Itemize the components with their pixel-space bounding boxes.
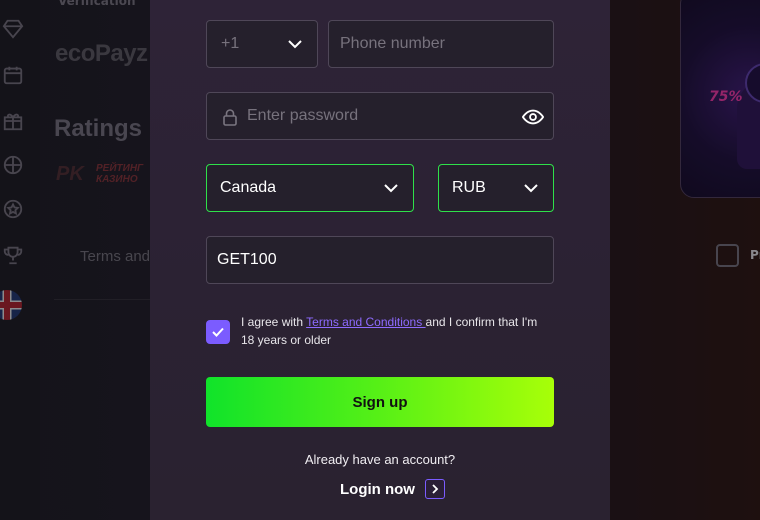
signup-modal: +1 Phone number Enter password Canada RU… bbox=[150, 0, 610, 520]
phone-code-select[interactable]: +1 bbox=[206, 20, 318, 68]
already-account-text: Already have an account? bbox=[304, 452, 456, 467]
agree-text: I agree with Terms and Conditions and I … bbox=[241, 313, 541, 349]
terms-link[interactable]: Terms and Conditions bbox=[306, 315, 425, 329]
login-label[interactable]: Login now bbox=[340, 481, 415, 498]
signup-button[interactable]: Sign up bbox=[206, 377, 554, 427]
currency-select[interactable]: RUB bbox=[438, 164, 554, 212]
phone-number-placeholder: Phone number bbox=[340, 35, 445, 52]
password-input[interactable]: Enter password bbox=[206, 92, 554, 140]
currency-value: RUB bbox=[452, 179, 486, 196]
chevron-right-icon[interactable] bbox=[424, 479, 445, 499]
eye-icon[interactable] bbox=[522, 106, 544, 128]
phone-number-input[interactable]: Phone number bbox=[328, 20, 554, 68]
check-icon bbox=[212, 327, 224, 337]
chevron-down-icon bbox=[524, 184, 538, 193]
promo-code-value: GET100 bbox=[217, 251, 277, 268]
agree-prefix: I agree with bbox=[241, 315, 307, 329]
agree-checkbox[interactable] bbox=[206, 320, 230, 344]
promo-code-input[interactable]: GET100 bbox=[206, 236, 554, 284]
country-select[interactable]: Canada bbox=[206, 164, 414, 212]
lock-icon bbox=[223, 109, 237, 126]
country-value: Canada bbox=[220, 179, 277, 196]
login-link[interactable]: Login now bbox=[340, 478, 445, 500]
chevron-down-icon bbox=[384, 184, 398, 193]
chevron-down-icon bbox=[288, 40, 302, 49]
password-placeholder: Enter password bbox=[247, 107, 359, 124]
phone-code-value: +1 bbox=[221, 35, 240, 52]
